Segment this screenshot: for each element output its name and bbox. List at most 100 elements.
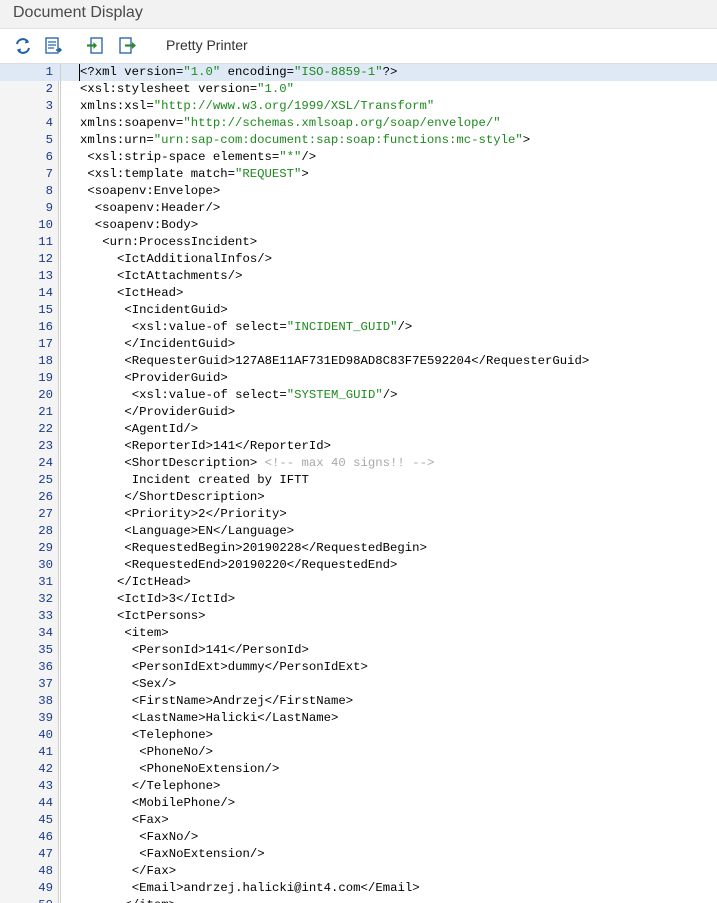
code-line[interactable]: 7 <xsl:template match="REQUEST"> (0, 166, 717, 183)
code-line[interactable]: 27 <Priority>2</Priority> (0, 506, 717, 523)
code-text: <xsl:value-of select="INCIDENT_GUID"/> (132, 319, 412, 336)
string-literal: "REQUEST" (234, 167, 302, 181)
line-number: 26 (38, 490, 53, 504)
code-text: <IctHead> (117, 285, 183, 302)
code-line[interactable]: 38 <FirstName>Andrzej</FirstName> (0, 693, 717, 710)
code-line[interactable]: 34 <item> (0, 625, 717, 642)
code-line[interactable]: 18 <RequesterGuid>127A8E11AF731ED98AD8C83… (0, 353, 717, 370)
code-line[interactable]: 47 <FaxNoExtension/> (0, 846, 717, 863)
code-line[interactable]: 16 <xsl:value-of select="INCIDENT_GUID"/> (0, 319, 717, 336)
code-line[interactable]: 43 </Telephone> (0, 778, 717, 795)
window-titlebar: Document Display (0, 0, 717, 29)
string-literal: "INCIDENT_GUID" (286, 320, 398, 334)
code-line[interactable]: 50 </item> (0, 897, 717, 903)
code-line[interactable]: 24 <ShortDescription> <!-- max 40 signs!!… (0, 455, 717, 472)
line-number: 8 (45, 184, 53, 198)
code-line[interactable]: 10 <soapenv:Body> (0, 217, 717, 234)
code-line[interactable]: 42 <PhoneNoExtension/> (0, 761, 717, 778)
string-literal: "*" (279, 150, 302, 164)
refresh-icon[interactable] (12, 35, 34, 57)
xml-token: <MobilePhone/> (131, 796, 236, 810)
code-line[interactable]: 12 <IctAdditionalInfos/> (0, 251, 717, 268)
code-text: <IncidentGuid> (124, 302, 227, 319)
code-line[interactable]: 4 xmlns:soapenv="http://schemas.xmlsoap.o… (0, 115, 717, 132)
xml-token: <PhoneNoExtension/> (139, 762, 280, 776)
code-line[interactable]: 21 </ProviderGuid> (0, 404, 717, 421)
code-line[interactable]: 22 <AgentId/> (0, 421, 717, 438)
xml-token: <xsl:strip-space elements= (87, 150, 280, 164)
line-number: 37 (38, 677, 53, 691)
code-line[interactable]: 8 <soapenv:Envelope> (0, 183, 717, 200)
code-line[interactable]: 46 <FaxNo/> (0, 829, 717, 846)
xml-token: </Telephone> (131, 779, 221, 793)
code-line[interactable]: 1 <?xml version="1.0" encoding="ISO-8859-… (0, 64, 717, 81)
code-line[interactable]: 30 <RequestedEnd>20190220</RequestedEnd> (0, 557, 717, 574)
code-line[interactable]: 37 <Sex/> (0, 676, 717, 693)
code-line[interactable]: 5 xmlns:urn="urn:sap-com:document:sap:soa… (0, 132, 717, 149)
code-line[interactable]: 14 <IctHead> (0, 285, 717, 302)
code-line[interactable]: 36 <PersonIdExt>dummy</PersonIdExt> (0, 659, 717, 676)
code-text: <RequesterGuid>127A8E11AF731ED98AD8C83F7… (124, 353, 589, 370)
code-text: <RequestedBegin>20190228</RequestedBegin… (124, 540, 427, 557)
code-line[interactable]: 9 <soapenv:Header/> (0, 200, 717, 217)
line-number: 42 (38, 762, 53, 776)
pretty-printer-button[interactable]: Pretty Printer (166, 37, 248, 53)
code-line[interactable]: 35 <PersonId>141</PersonId> (0, 642, 717, 659)
import-icon[interactable] (84, 35, 106, 57)
code-line[interactable]: 11 <urn:ProcessIncident> (0, 234, 717, 251)
xml-token: <soapenv:Body> (94, 218, 199, 232)
xml-token: <item> (124, 626, 169, 640)
code-text: <Email>andrzej.halicki@int4.com</Email> (132, 880, 420, 897)
code-line[interactable]: 25 Incident created by IFTT (0, 472, 717, 489)
code-line[interactable]: 48 </Fax> (0, 863, 717, 880)
code-line[interactable]: 44 <MobilePhone/> (0, 795, 717, 812)
code-line[interactable]: 17 </IncidentGuid> (0, 336, 717, 353)
code-text: <RequestedEnd>20190220</RequestedEnd> (124, 557, 397, 574)
code-line[interactable]: 28 <Language>EN</Language> (0, 523, 717, 540)
code-line[interactable]: 29 <RequestedBegin>20190228</RequestedBeg… (0, 540, 717, 557)
document-list-icon[interactable] (42, 35, 64, 57)
code-line[interactable]: 41 <PhoneNo/> (0, 744, 717, 761)
code-line[interactable]: 3 xmlns:xsl="http://www.w3.org/1999/XSL/T… (0, 98, 717, 115)
code-text: <IctId>3</IctId> (117, 591, 235, 608)
line-number: 23 (38, 439, 53, 453)
code-editor[interactable]: 1 <?xml version="1.0" encoding="ISO-8859-… (0, 64, 717, 903)
xml-token: <Fax> (131, 813, 169, 827)
code-line[interactable]: 32 <IctId>3</IctId> (0, 591, 717, 608)
code-line[interactable]: 20 <xsl:value-of select="SYSTEM_GUID"/> (0, 387, 717, 404)
string-literal: "urn:sap-com:document:sap:soap:functions… (153, 133, 523, 147)
xml-token: <Language>EN</Language> (124, 524, 295, 538)
code-line[interactable]: 23 <ReporterId>141</ReporterId> (0, 438, 717, 455)
code-line[interactable]: 39 <LastName>Halicki</LastName> (0, 710, 717, 727)
code-text: <Fax> (132, 812, 169, 829)
code-line[interactable]: 26 </ShortDescription> (0, 489, 717, 506)
code-line[interactable]: 13 <IctAttachments/> (0, 268, 717, 285)
xml-token: <IncidentGuid> (124, 303, 228, 317)
code-line[interactable]: 6 <xsl:strip-space elements="*"/> (0, 149, 717, 166)
string-literal: "SYSTEM_GUID" (286, 388, 383, 402)
line-number: 4 (45, 116, 53, 130)
line-number: 7 (45, 167, 53, 181)
code-line[interactable]: 31 </IctHead> (0, 574, 717, 591)
code-line[interactable]: 15 <IncidentGuid> (0, 302, 717, 319)
xml-token: </ProviderGuid> (124, 405, 236, 419)
xml-token: <Email>andrzej.halicki@int4.com</Email> (131, 881, 420, 895)
xml-token: xmlns:soapenv= (80, 116, 184, 130)
code-text: </ShortDescription> (124, 489, 264, 506)
code-text: <PersonId>141</PersonId> (132, 642, 309, 659)
code-text: Incident created by IFTT (132, 472, 309, 489)
xml-token: </ShortDescription> (124, 490, 265, 504)
export-icon[interactable] (117, 35, 139, 57)
code-line[interactable]: 33 <IctPersons> (0, 608, 717, 625)
xml-token: </IctHead> (117, 575, 191, 589)
code-line[interactable]: 49 <Email>andrzej.halicki@int4.com</Email… (0, 880, 717, 897)
code-text: <FaxNoExtension/> (139, 846, 264, 863)
code-line[interactable]: 19 <ProviderGuid> (0, 370, 717, 387)
code-line[interactable]: 40 <Telephone> (0, 727, 717, 744)
code-line[interactable]: 2 <xsl:stylesheet version="1.0" (0, 81, 717, 98)
xml-token: <soapenv:Envelope> (87, 184, 221, 198)
xml-token: > (522, 133, 531, 147)
line-number: 32 (38, 592, 53, 606)
code-line[interactable]: 45 <Fax> (0, 812, 717, 829)
xml-token: > (301, 167, 309, 181)
